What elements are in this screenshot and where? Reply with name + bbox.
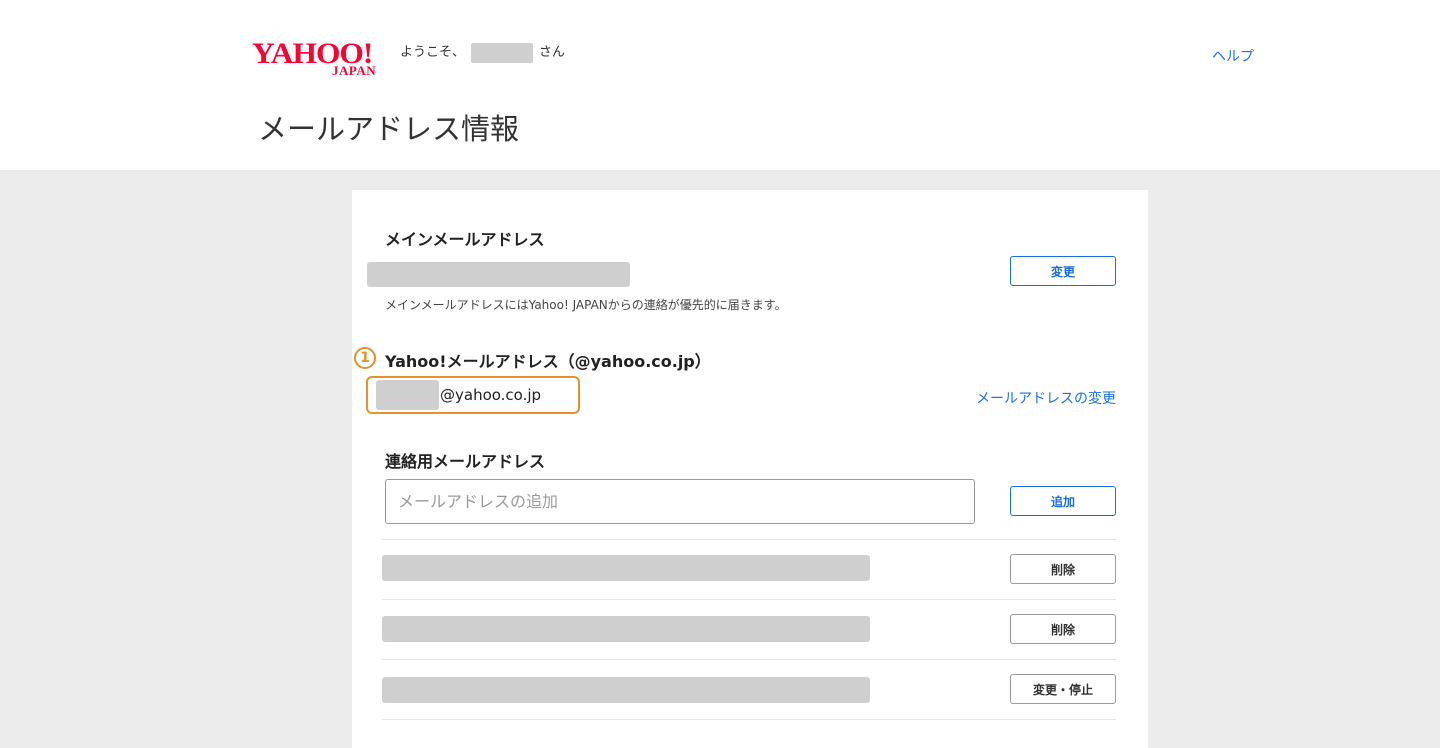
email-settings-card: メインメールアドレス 変更 メインメールアドレスにはYahoo! JAPANから…: [352, 190, 1148, 748]
welcome-suffix: さん: [539, 45, 566, 60]
divider: [382, 719, 1116, 720]
yahoo-japan-logo[interactable]: YAHOO! JAPAN: [252, 38, 392, 79]
header: YAHOO! JAPAN ようこそ、 さん ヘルプ メールアドレス情報: [0, 0, 1440, 170]
add-contact-address-input[interactable]: [385, 479, 975, 524]
divider: [382, 659, 1116, 660]
yahoo-mail-address-suffix: @yahoo.co.jp: [440, 386, 542, 404]
main-address-redacted: [367, 262, 630, 287]
yahoo-mail-title: Yahoo!メールアドレス（@yahoo.co.jp）: [385, 352, 711, 371]
annotation-marker: 1: [354, 347, 376, 369]
divider: [382, 599, 1116, 600]
change-main-address-button[interactable]: 変更: [1010, 256, 1116, 286]
logo-sub-text: JAPAN: [332, 63, 377, 78]
page-title: メールアドレス情報: [258, 112, 520, 146]
contact-address-title: 連絡用メールアドレス: [385, 452, 546, 471]
change-stop-contact-button[interactable]: 変更・停止: [1010, 674, 1116, 704]
welcome-message: ようこそ、 さん: [400, 41, 565, 63]
contact-address-redacted: [382, 555, 870, 581]
delete-contact-button[interactable]: 削除: [1010, 614, 1116, 644]
add-contact-address-button[interactable]: 追加: [1010, 486, 1116, 516]
contact-address-redacted: [382, 616, 870, 642]
main-address-note: メインメールアドレスにはYahoo! JAPANからの連絡が優先的に届きます。: [385, 298, 787, 312]
divider: [382, 539, 1116, 540]
delete-contact-button[interactable]: 削除: [1010, 554, 1116, 584]
welcome-prefix: ようこそ、: [400, 45, 466, 60]
main-address-title: メインメールアドレス: [385, 230, 545, 249]
help-link[interactable]: ヘルプ: [1212, 46, 1254, 66]
yahoo-id-redacted: [376, 380, 439, 410]
username-redacted: [471, 42, 534, 63]
contact-address-redacted: [382, 677, 870, 703]
change-yahoo-address-link[interactable]: メールアドレスの変更: [976, 388, 1116, 408]
